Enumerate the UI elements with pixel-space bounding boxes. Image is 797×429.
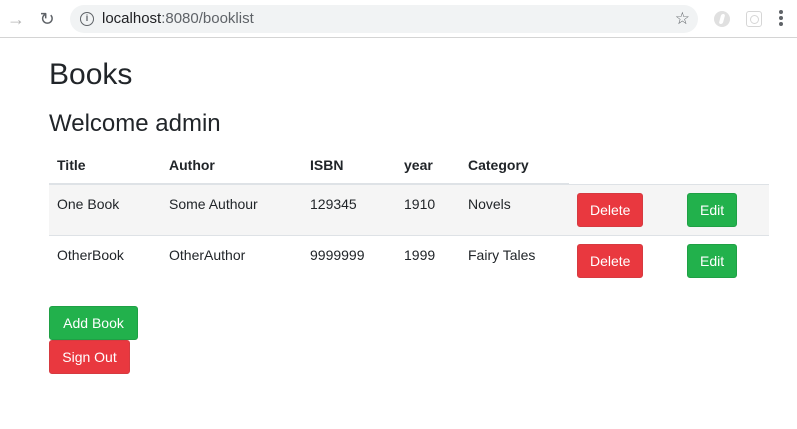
page-title: Books [49,58,133,91]
cell-delete: Delete [569,234,679,286]
extension-icon-2[interactable] [746,11,762,27]
cell-edit: Edit [679,183,769,235]
bookmark-star-icon[interactable]: ☆ [675,9,690,29]
column-header-title: Title [49,147,161,185]
browser-toolbar: → ↻ i localhost:8080/booklist ☆ [0,0,797,38]
welcome-heading: Welcome admin [49,110,221,137]
cell-title: OtherBook [49,234,161,286]
cell-year: 1999 [396,234,460,286]
table-header-row: Title Author ISBN year Category [49,147,769,185]
edit-button[interactable]: Edit [687,243,738,278]
delete-button[interactable]: Delete [577,192,644,227]
cell-title: One Book [49,183,161,235]
column-header-edit [679,147,769,184]
cell-isbn: 9999999 [302,234,396,286]
delete-button[interactable]: Delete [577,243,644,278]
table-row: One Book Some Authour 129345 1910 Novels… [49,183,769,235]
cell-category: Fairy Tales [460,234,569,286]
cell-author: OtherAuthor [161,234,302,286]
url-text[interactable]: localhost:8080/booklist [102,10,254,28]
browser-menu-icon[interactable] [779,10,783,28]
table-row: OtherBook OtherAuthor 9999999 1999 Fairy… [49,234,769,286]
extension-icon[interactable] [714,11,730,27]
column-header-year: year [396,147,460,185]
cell-category: Novels [460,183,569,235]
url-path: :8080/booklist [161,10,254,27]
forward-arrow-icon[interactable]: → [6,9,26,29]
cell-author: Some Authour [161,183,302,235]
cell-edit: Edit [679,234,769,286]
column-header-category: Category [460,147,569,185]
cell-isbn: 129345 [302,183,396,235]
reload-icon[interactable]: ↻ [37,9,57,29]
add-book-button[interactable]: Add Book [49,306,138,340]
cell-delete: Delete [569,183,679,235]
info-icon[interactable]: i [80,12,94,26]
edit-button[interactable]: Edit [687,192,738,227]
column-header-isbn: ISBN [302,147,396,185]
url-host: localhost [102,10,162,27]
sign-out-button[interactable]: Sign Out [49,340,130,374]
column-header-delete [569,147,679,184]
address-bar[interactable]: i localhost:8080/booklist ☆ [70,5,698,33]
cell-year: 1910 [396,183,460,235]
column-header-author: Author [161,147,302,185]
books-table: Title Author ISBN year Category One Book… [49,147,769,286]
